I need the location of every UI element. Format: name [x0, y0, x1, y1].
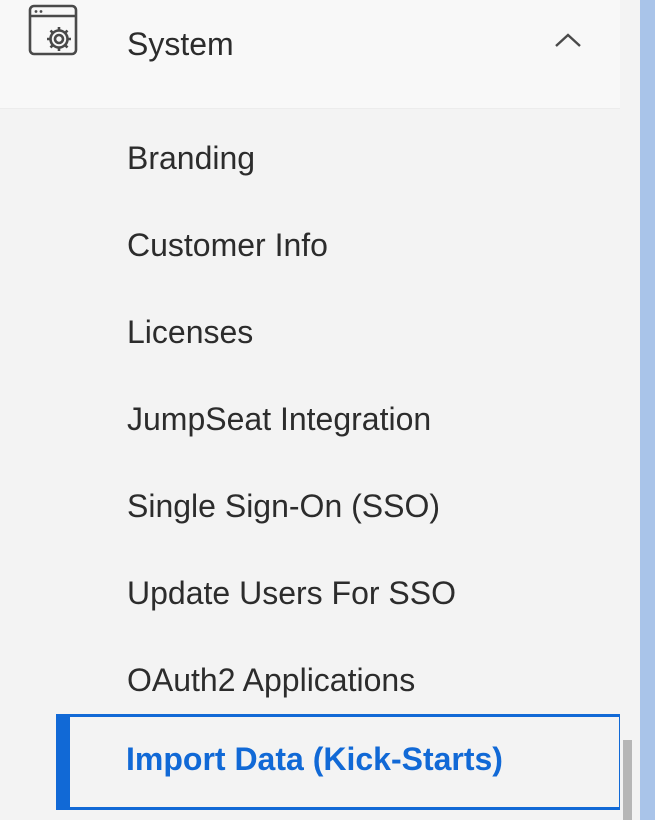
sidebar-nav: System Branding Customer Info Licenses J… — [0, 0, 622, 820]
nav-item-licenses[interactable]: Licenses — [127, 310, 253, 354]
nav-item-single-sign-on[interactable]: Single Sign-On (SSO) — [127, 484, 440, 528]
nav-item-import-data[interactable]: Import Data (Kick-Starts) — [56, 714, 622, 810]
content-pane-edge — [640, 0, 655, 820]
nav-item-branding[interactable]: Branding — [127, 136, 255, 180]
scrollbar-track[interactable] — [620, 0, 638, 820]
scrollbar-thumb[interactable] — [623, 740, 632, 820]
system-section-header[interactable]: System — [0, 0, 620, 109]
nav-item-import-data-label: Import Data (Kick-Starts) — [126, 741, 503, 777]
section-title: System — [127, 26, 234, 62]
nav-item-customer-info[interactable]: Customer Info — [127, 223, 328, 267]
nav-item-update-users-sso[interactable]: Update Users For SSO — [127, 571, 456, 615]
nav-item-jumpseat-integration[interactable]: JumpSeat Integration — [127, 397, 431, 441]
nav-item-oauth2-applications[interactable]: OAuth2 Applications — [127, 658, 415, 702]
chevron-up-icon[interactable] — [552, 30, 584, 50]
window-gear-icon — [28, 4, 78, 56]
